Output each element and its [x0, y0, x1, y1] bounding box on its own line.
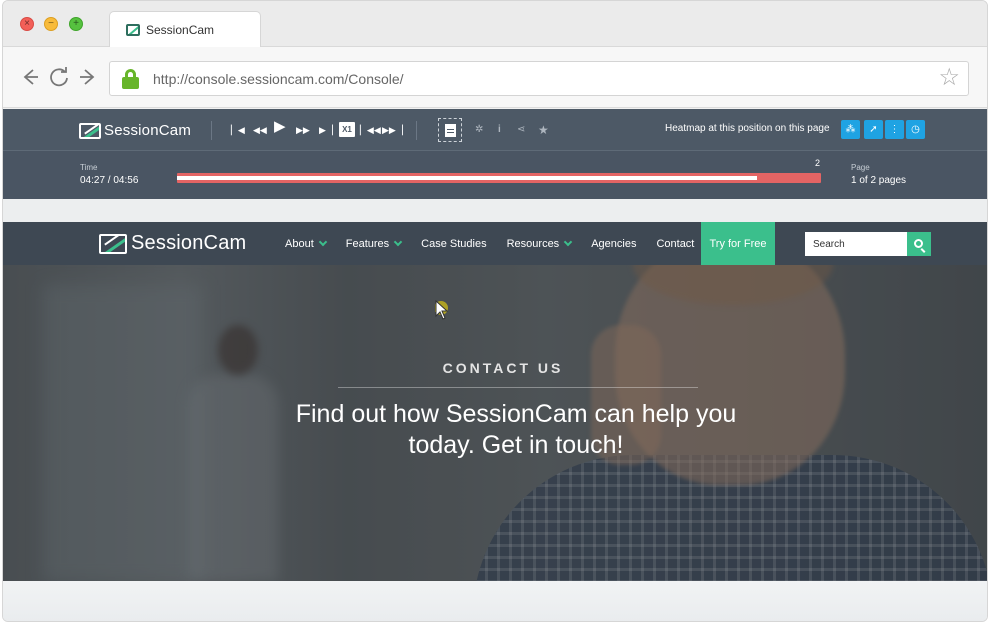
heatmap-click-icon[interactable]: ⁂: [841, 120, 860, 139]
share-icon[interactable]: ⋖: [517, 123, 525, 137]
settings-icon[interactable]: ✲: [475, 123, 483, 137]
site-menu: About Features Case Studies Resources Ag…: [285, 222, 714, 265]
menu-item-label: Agencies: [591, 237, 637, 250]
menu-item-agencies[interactable]: Agencies: [591, 238, 636, 250]
hero-heading-line: Find out how SessionCam can help you: [295, 400, 737, 428]
info-icon[interactable]: i: [498, 123, 501, 137]
divider: [211, 121, 212, 140]
page-details-button[interactable]: [438, 118, 462, 142]
divider: [416, 121, 417, 140]
site-brand: SessionCam: [131, 232, 247, 254]
forward-arrow-icon[interactable]: [75, 64, 101, 90]
tab-title: SessionCam: [146, 23, 215, 37]
site-search-input[interactable]: [805, 232, 907, 256]
chevron-down-icon: [318, 237, 327, 246]
menu-item-label: Case Studies: [421, 237, 487, 250]
menu-item-label: About: [285, 237, 314, 250]
time-value: 04:27 / 04:56: [80, 175, 139, 186]
url-text: http://console.sessioncam.com/Console/: [153, 71, 404, 87]
menu-item-about[interactable]: About: [285, 237, 327, 250]
lock-icon: [122, 69, 139, 89]
hero-kicker: CONTACT US: [442, 360, 564, 376]
search-button[interactable]: [907, 232, 931, 256]
title-bar: × − + SessionCam: [3, 1, 987, 48]
chevron-down-icon: [563, 237, 573, 246]
menu-item-contact[interactable]: Contact: [656, 238, 694, 250]
address-bar[interactable]: http://console.sessioncam.com/Console/ ☆: [109, 61, 969, 96]
timeline-scrubber[interactable]: [177, 173, 821, 183]
site-logo[interactable]: SessionCam: [99, 232, 246, 255]
sessioncam-logo-icon: [99, 233, 127, 254]
chevron-down-icon: [393, 237, 403, 246]
page-value: 1 of 2 pages: [851, 175, 907, 186]
menu-item-resources[interactable]: Resources: [506, 237, 573, 250]
hero-banner: CONTACT US Find out how SessionCam can h…: [3, 265, 987, 581]
bookmark-star-icon[interactable]: ☆: [938, 66, 960, 90]
heatmap-pointer-icon[interactable]: ➚: [864, 120, 883, 139]
rewind-icon[interactable]: ◀◀: [253, 123, 267, 137]
favicon-icon: [126, 24, 140, 36]
play-icon[interactable]: ▶: [274, 119, 286, 134]
player-logo: SessionCam: [79, 122, 191, 139]
fast-forward-icon[interactable]: ▶▶: [296, 123, 310, 137]
replay-player: SessionCam ▏◀ ◀◀ ▶ ▶▶ ▶▕ X1 ▏◀◀ ▶▶▕ ✲ i …: [3, 109, 987, 199]
playback-speed[interactable]: X1: [339, 122, 355, 137]
menu-item-features[interactable]: Features: [345, 237, 403, 250]
time-label: Time: [80, 163, 98, 172]
menu-item-label: Resources: [506, 237, 560, 250]
browser-toolbar: http://console.sessioncam.com/Console/ ☆: [3, 47, 987, 108]
browser-window: × − + SessionCam http://console.sessionc…: [2, 0, 988, 622]
reload-icon[interactable]: [46, 64, 72, 90]
page-below-fold: [3, 581, 987, 621]
previous-page-icon[interactable]: ▏◀◀: [360, 123, 381, 137]
player-brand: SessionCam: [104, 122, 192, 139]
try-for-free-button[interactable]: Try for Free: [701, 222, 775, 265]
menu-item-label: Contact: [656, 237, 695, 250]
document-icon: [444, 123, 456, 137]
sessioncam-logo-icon: [79, 122, 101, 139]
page-label: Page: [851, 163, 870, 172]
timeline-page-marker: 2: [815, 158, 821, 168]
recorded-website: SessionCam About Features Case Studies R…: [3, 222, 987, 581]
minimize-icon[interactable]: −: [44, 17, 58, 31]
back-arrow-icon[interactable]: [17, 64, 43, 90]
player-timeline-bar: Time 04:27 / 04:56 2 Page 1 of 2 pages: [3, 151, 987, 199]
player-controls: SessionCam ▏◀ ◀◀ ▶ ▶▶ ▶▕ X1 ▏◀◀ ▶▶▕ ✲ i …: [3, 109, 987, 151]
heatmap-label: Heatmap at this position on this page: [665, 123, 830, 134]
hero-heading-line: today. Get in touch!: [408, 431, 624, 459]
timeline-progress: [177, 176, 757, 180]
skip-start-icon[interactable]: ▏◀: [231, 123, 245, 137]
menu-item-label: Features: [345, 237, 390, 250]
next-page-icon[interactable]: ▶▶▕: [382, 123, 403, 137]
search-icon: [913, 238, 923, 248]
heatmap-scroll-icon[interactable]: ⋮: [885, 120, 904, 139]
site-header: SessionCam About Features Case Studies R…: [3, 222, 987, 265]
maximize-icon[interactable]: +: [69, 17, 83, 31]
favorite-star-icon[interactable]: ★: [538, 123, 549, 137]
browser-tab[interactable]: SessionCam: [109, 11, 261, 48]
close-icon[interactable]: ×: [20, 17, 34, 31]
heatmap-time-icon[interactable]: ◷: [906, 120, 925, 139]
hero-divider: [338, 387, 698, 388]
menu-item-case-studies[interactable]: Case Studies: [421, 238, 486, 250]
skip-end-icon[interactable]: ▶▕: [319, 123, 333, 137]
page-viewport: SessionCam ▏◀ ◀◀ ▶ ▶▶ ▶▕ X1 ▏◀◀ ▶▶▕ ✲ i …: [3, 109, 987, 621]
hero-heading: Find out how SessionCam can help you tod…: [3, 399, 987, 461]
